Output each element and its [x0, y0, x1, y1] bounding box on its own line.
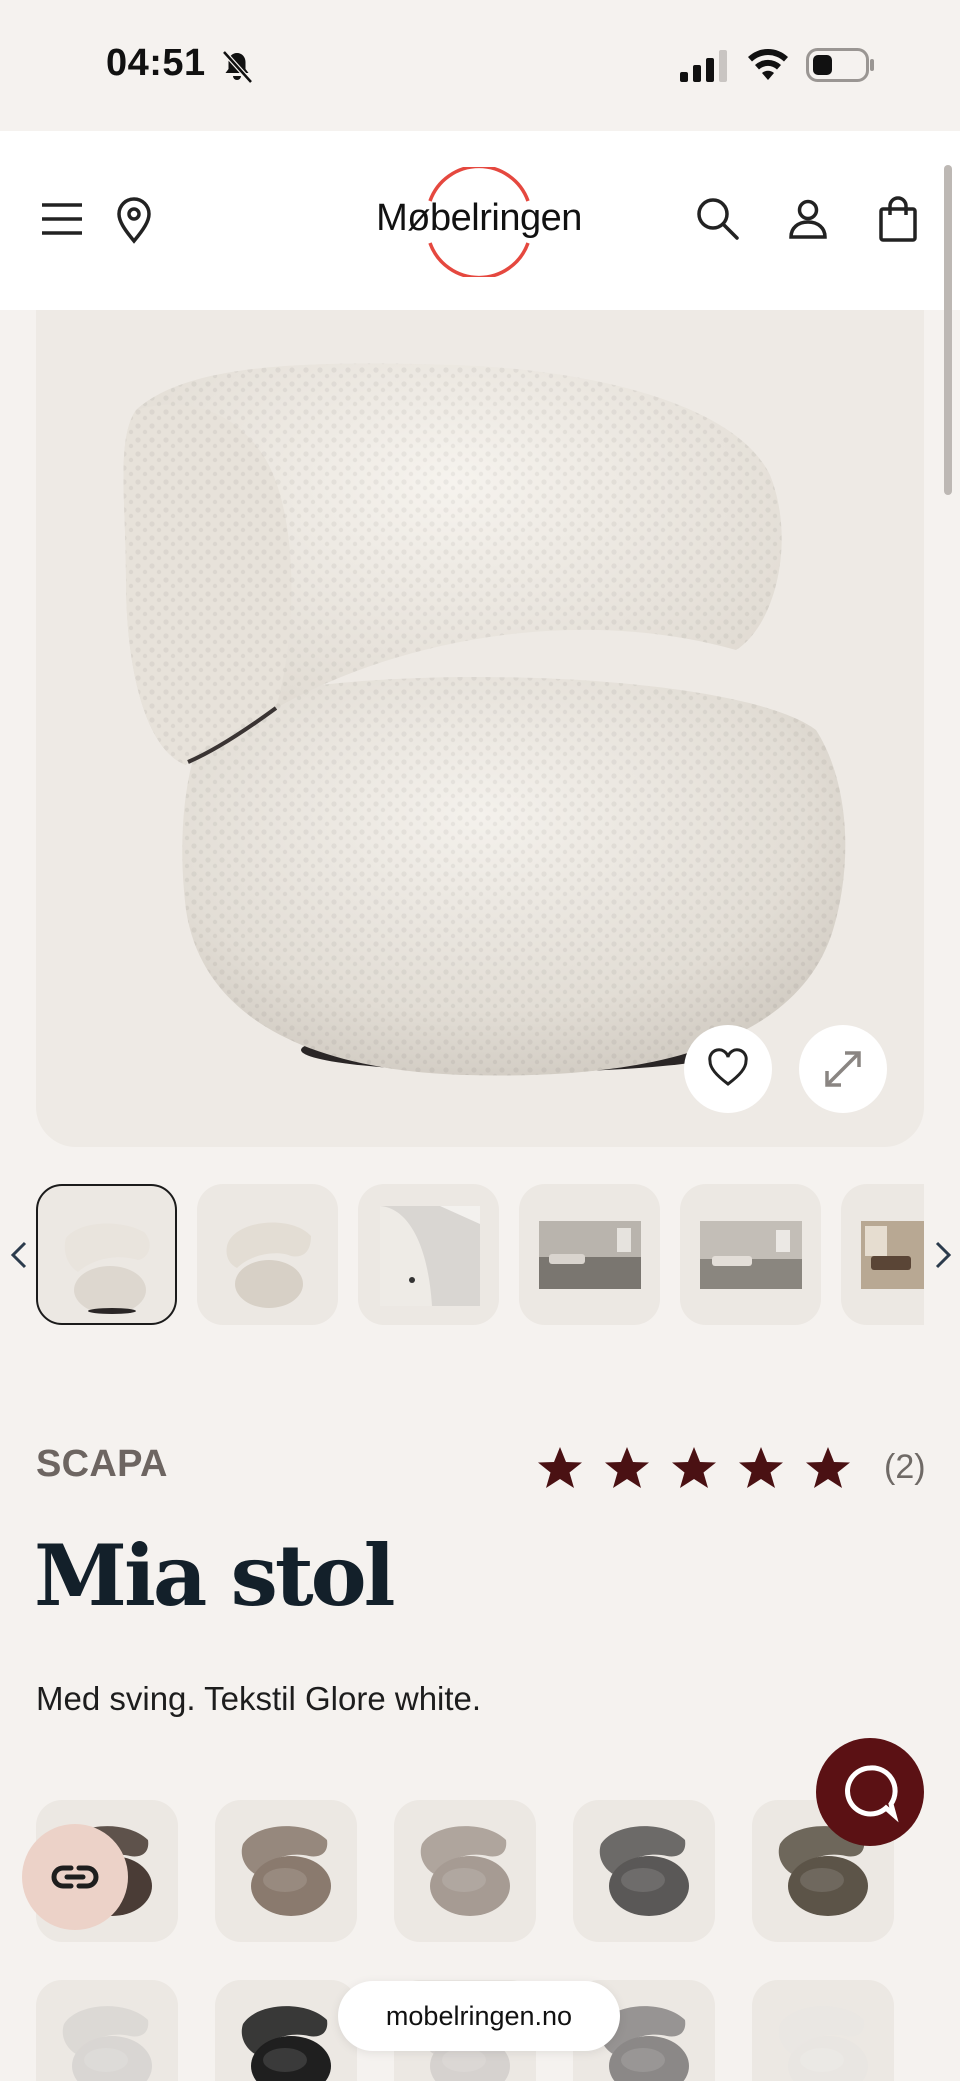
- shopping-bag-icon[interactable]: [872, 193, 924, 245]
- chat-button[interactable]: [816, 1738, 924, 1846]
- product-brand[interactable]: SCAPA: [36, 1443, 168, 1486]
- browser-url-bar[interactable]: mobelringen.no: [338, 1981, 620, 2051]
- variant-chair-image: [420, 1826, 510, 1916]
- status-time: 04:51: [106, 42, 206, 84]
- chat-bubble-icon: [845, 1765, 899, 1823]
- variant-chair-image: [241, 2006, 331, 2081]
- color-variant-10[interactable]: [752, 1980, 894, 2081]
- thumbnail-1[interactable]: [36, 1184, 177, 1325]
- signal-icon: [680, 50, 727, 82]
- site-header: Møbelringen: [0, 131, 960, 310]
- thumbnail-3[interactable]: [358, 1184, 499, 1325]
- page-scrollbar[interactable]: [944, 165, 952, 495]
- battery-icon: [806, 48, 874, 82]
- thumbnail-strip: [36, 1182, 924, 1326]
- color-variant-3[interactable]: [394, 1800, 536, 1942]
- star-icon: [538, 1447, 582, 1488]
- thumbnail-prev-arrow-icon[interactable]: [8, 1240, 30, 1270]
- star-icon: [739, 1447, 783, 1488]
- wifi-icon: [748, 49, 788, 80]
- menu-icon[interactable]: [36, 193, 88, 245]
- star-icon: [605, 1447, 649, 1488]
- heart-icon: [708, 1048, 748, 1086]
- product-title: Mia stol: [34, 1526, 396, 1625]
- thumbnail-4[interactable]: [519, 1184, 660, 1325]
- search-icon[interactable]: [692, 193, 744, 245]
- url-text: mobelringen.no: [385, 2000, 573, 2031]
- expand-icon: [825, 1051, 861, 1087]
- color-variant-7[interactable]: [215, 1980, 357, 2081]
- site-logo[interactable]: Møbelringen: [368, 167, 590, 277]
- product-description: Med sving. Tekstil Glore white.: [36, 1680, 482, 1717]
- thumbnail-5[interactable]: [680, 1184, 821, 1325]
- thumbnail-6[interactable]: [841, 1184, 924, 1325]
- variant-chair-image: [241, 1826, 331, 1916]
- variant-chair-image: [599, 1826, 689, 1916]
- account-icon[interactable]: [782, 193, 834, 245]
- variant-chair-image: [778, 2006, 868, 2081]
- logo-text: Møbelringen: [376, 197, 582, 239]
- review-count[interactable]: (2): [884, 1448, 926, 1487]
- location-pin-icon[interactable]: [108, 193, 160, 245]
- product-main-image[interactable]: [36, 310, 924, 1147]
- variant-chair-image: [62, 2006, 152, 2081]
- star-icon: [806, 1447, 850, 1488]
- swivel-chair-image: [123, 363, 846, 1076]
- star-icon: [672, 1447, 716, 1488]
- color-variant-4[interactable]: [573, 1800, 715, 1942]
- favorite-button[interactable]: [684, 1025, 772, 1113]
- link-loop-icon: [51, 1865, 99, 1889]
- rating-stars[interactable]: [536, 1444, 871, 1494]
- color-variant-6[interactable]: [36, 1980, 178, 2081]
- thumbnail-2[interactable]: [197, 1184, 338, 1325]
- color-variant-2[interactable]: [215, 1800, 357, 1942]
- accessibility-widget-button[interactable]: [22, 1824, 128, 1930]
- thumbnail-next-arrow-icon[interactable]: [932, 1240, 954, 1270]
- expand-image-button[interactable]: [799, 1025, 887, 1113]
- bell-slash-icon: [222, 50, 253, 84]
- status-bar: 04:51: [0, 0, 960, 131]
